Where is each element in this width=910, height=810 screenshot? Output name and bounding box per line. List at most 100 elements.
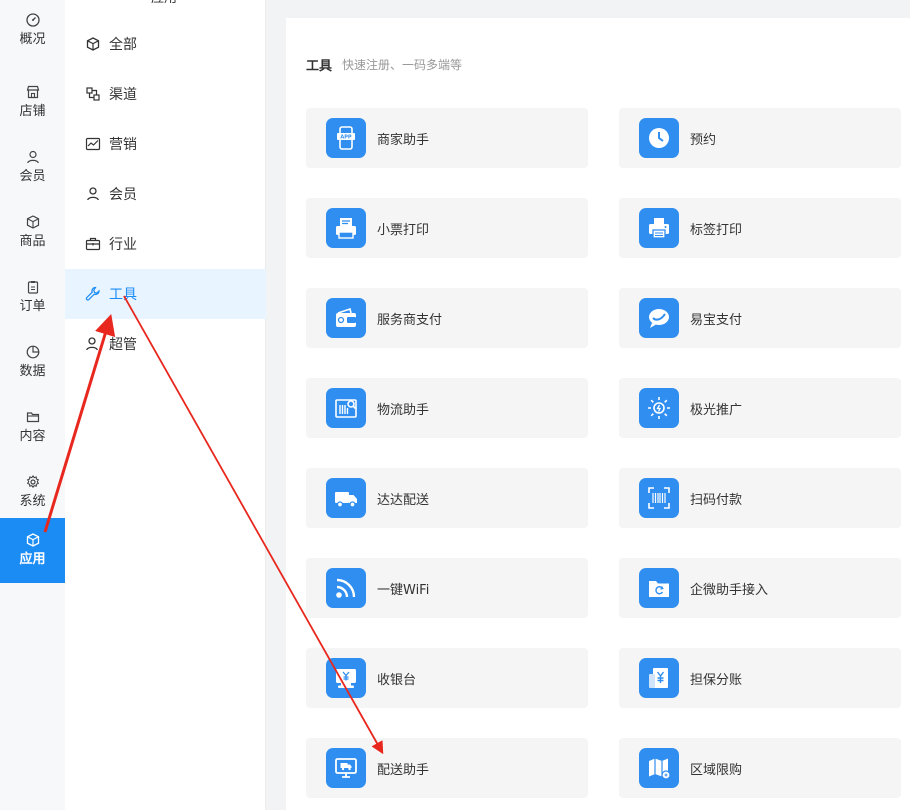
user-icon <box>87 187 99 201</box>
app-card-label: 收银台 <box>377 672 417 688</box>
app-card-escrow-split[interactable]: 担保分账 <box>619 648 901 708</box>
app-card-yeepay[interactable]: 易宝支付 <box>619 288 901 348</box>
channel-icon <box>86 87 100 101</box>
chat-bubble-icon <box>639 298 679 338</box>
submenu-label: 超管 <box>109 337 137 353</box>
dashboard-icon <box>25 12 40 27</box>
app-card-dada-delivery[interactable]: 达达配送 <box>306 468 588 528</box>
rail-label: 店铺 <box>19 104 46 119</box>
submenu-label: 全部 <box>109 37 137 53</box>
rail-label: 会员 <box>19 169 46 184</box>
app-card-label: 一键WiFi <box>377 582 430 598</box>
app-card-label: 担保分账 <box>690 672 743 688</box>
rail-item-overview[interactable]: 概况 <box>0 0 65 60</box>
wrench-icon <box>85 286 100 301</box>
truck-icon <box>326 478 366 518</box>
app-card-aurora-promotion[interactable]: 极光推广 <box>619 378 901 438</box>
app-card-label: 商家助手 <box>377 132 430 148</box>
wallet-icon <box>326 298 366 338</box>
svg-text:APP: APP <box>340 135 352 141</box>
app-card-label: 小票打印 <box>377 222 430 238</box>
folder-icon <box>26 412 39 423</box>
app-card-label: 预约 <box>690 132 717 148</box>
cube-icon <box>26 533 39 547</box>
rail-label: 应用 <box>19 552 46 567</box>
rail-item-product[interactable]: 商品 <box>0 200 65 265</box>
rail-item-data[interactable]: 数据 <box>0 330 65 395</box>
box-icon <box>26 215 39 229</box>
submenu-item-marketing[interactable]: 营销 <box>65 119 266 169</box>
main-nav-rail: 概况 店铺 会员 商品 订单 数据 内容 系统 应用 <box>0 0 65 810</box>
submenu-label: 营销 <box>109 137 137 153</box>
section-title: 工具 <box>306 59 333 74</box>
rail-item-store[interactable]: 店铺 <box>0 70 65 135</box>
submenu-heading: 应用 <box>151 0 177 7</box>
app-card-receipt-print[interactable]: 小票打印 <box>306 198 588 258</box>
submenu-item-tools[interactable]: 工具 <box>65 269 266 319</box>
app-card-label: 标签打印 <box>690 222 743 238</box>
admin-icon <box>86 337 98 351</box>
app-card-merchant-assistant[interactable]: APP 商家助手 <box>306 108 588 168</box>
receipt-printer-icon <box>326 208 366 248</box>
clock-icon <box>639 118 679 158</box>
printer-icon <box>639 208 679 248</box>
rail-item-order[interactable]: 订单 <box>0 265 65 330</box>
app-card-label: 物流助手 <box>377 402 430 418</box>
rail-item-content[interactable]: 内容 <box>0 395 65 460</box>
rail-item-system[interactable]: 系统 <box>0 460 65 525</box>
rail-label: 系统 <box>19 494 46 509</box>
app-card-regional-purchase-limit[interactable]: 区域限购 <box>619 738 901 798</box>
submenu-label: 工具 <box>109 287 137 303</box>
tools-panel: 工具 快速注册、一码多端等 APP 商家助手 预约 小票打印 标签打印 服务商支… <box>286 18 910 810</box>
cube-icon <box>86 37 100 51</box>
section-subtitle: 快速注册、一码多端等 <box>342 58 463 72</box>
yuan-document-icon <box>639 658 679 698</box>
monitor-truck-icon <box>326 748 366 788</box>
submenu-label: 会员 <box>109 187 137 203</box>
cashier-icon <box>326 658 366 698</box>
app-card-label-print[interactable]: 标签打印 <box>619 198 901 258</box>
secondary-menu: 应用 全部 渠道 营销 会员 行业 工具 超管 <box>65 0 266 810</box>
submenu-item-member[interactable]: 会员 <box>65 169 266 219</box>
rail-label: 概况 <box>19 31 46 47</box>
wifi-icon <box>326 568 366 608</box>
app-card-appointment[interactable]: 预约 <box>619 108 901 168</box>
chart-line-icon <box>85 137 101 151</box>
app-card-provider-payment[interactable]: 服务商支付 <box>306 288 588 348</box>
briefcase-icon <box>85 237 101 251</box>
submenu-item-all[interactable]: 全部 <box>65 19 266 69</box>
submenu-item-industry[interactable]: 行业 <box>65 219 266 269</box>
rail-item-apps[interactable]: 应用 <box>0 518 65 583</box>
submenu-item-channel[interactable]: 渠道 <box>65 69 266 119</box>
app-card-delivery-assistant[interactable]: 配送助手 <box>306 738 588 798</box>
rail-label: 商品 <box>19 234 46 249</box>
app-card-one-click-wifi[interactable]: 一键WiFi <box>306 558 588 618</box>
app-card-label: 极光推广 <box>690 402 743 418</box>
gear-icon <box>26 475 39 489</box>
barcode-search-icon <box>326 388 366 428</box>
pie-chart-icon <box>26 345 39 359</box>
app-card-wecom-assistant[interactable]: 企微助手接入 <box>619 558 901 618</box>
app-card-label: 服务商支付 <box>377 312 443 328</box>
app-card-label: 企微助手接入 <box>690 582 769 598</box>
submenu-label: 渠道 <box>109 87 137 103</box>
rail-label: 数据 <box>19 364 46 379</box>
app-card-cashier[interactable]: 收银台 <box>306 648 588 708</box>
store-icon <box>26 85 39 99</box>
rail-label: 订单 <box>19 299 46 314</box>
app-card-label: 扫码付款 <box>690 492 743 508</box>
scan-barcode-icon <box>639 478 679 518</box>
sun-icon <box>639 388 679 428</box>
app-card-label: 达达配送 <box>377 492 430 508</box>
submenu-item-superadmin[interactable]: 超管 <box>65 319 266 369</box>
clipboard-icon <box>27 281 38 294</box>
app-card-logistics-assistant[interactable]: 物流助手 <box>306 378 588 438</box>
folder-sync-icon <box>639 568 679 608</box>
app-phone-icon: APP <box>326 118 366 158</box>
submenu-label: 行业 <box>109 237 137 253</box>
app-card-label: 配送助手 <box>377 762 430 778</box>
rail-item-member[interactable]: 会员 <box>0 135 65 200</box>
app-card-scan-pay[interactable]: 扫码付款 <box>619 468 901 528</box>
user-icon <box>26 150 39 164</box>
rail-label: 内容 <box>19 429 46 444</box>
